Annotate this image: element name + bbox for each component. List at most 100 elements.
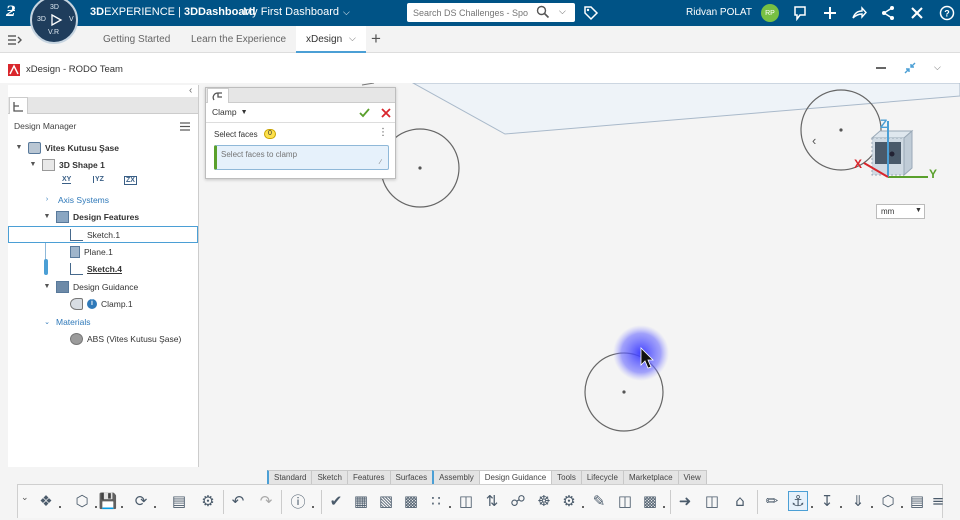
add-tab-button[interactable]: + bbox=[371, 29, 381, 49]
tools-icon[interactable] bbox=[909, 5, 925, 21]
tree-collapse-button[interactable]: ‹ bbox=[189, 85, 192, 96]
search-box[interactable]: ⌵ bbox=[407, 3, 575, 22]
building-icon[interactable]: ⌂ bbox=[730, 491, 750, 511]
zx-plane-icon[interactable]: ZX bbox=[124, 176, 137, 185]
resize-handle-icon[interactable]: ∕ bbox=[380, 159, 381, 166]
tree-item-axis-systems[interactable]: › Axis Systems bbox=[42, 191, 109, 208]
design-check-icon[interactable]: ✔ bbox=[326, 491, 346, 511]
feature-tool-3-icon[interactable]: ▩ bbox=[401, 491, 421, 511]
select-faces-input[interactable] bbox=[221, 150, 371, 159]
properties-icon[interactable]: ▤ bbox=[169, 491, 189, 511]
info-icon[interactable]: i bbox=[87, 298, 97, 309]
clamp-tab[interactable] bbox=[207, 88, 229, 103]
save-icon[interactable]: 💾 bbox=[98, 491, 118, 511]
expand-arrow-icon[interactable]: ▼ bbox=[42, 283, 52, 290]
open-3d-icon[interactable]: ⬡ bbox=[72, 491, 92, 511]
tree-item-sketch-4[interactable]: Sketch.4 bbox=[70, 260, 122, 277]
brush-icon[interactable]: ✎ bbox=[589, 491, 609, 511]
tree-item-clamp-1[interactable]: i Clamp.1 bbox=[70, 295, 133, 312]
feature-tool-2-icon[interactable]: ▧ bbox=[376, 491, 396, 511]
network-share-icon[interactable] bbox=[880, 5, 896, 21]
part-tool-icon[interactable]: ❖ bbox=[36, 491, 56, 511]
tree-item-material-abs[interactable]: ABS (Vites Kutusu Şase) bbox=[70, 330, 181, 347]
tab-lifecycle[interactable]: Lifecycle bbox=[580, 470, 624, 484]
ds-logo-icon[interactable]: ƻ bbox=[6, 4, 16, 20]
tab-getting-started[interactable]: Getting Started bbox=[103, 34, 170, 45]
search-scope-chevron-icon[interactable]: ⌵ bbox=[559, 6, 566, 17]
yz-plane-icon[interactable]: YZ bbox=[93, 176, 104, 183]
play-icon[interactable] bbox=[49, 13, 63, 27]
tree-item-root[interactable]: ▼ Vites Kutusu Şase bbox=[14, 139, 119, 156]
fixture-icon[interactable]: ▩ bbox=[640, 491, 660, 511]
tab-surfaces[interactable]: Surfaces bbox=[389, 470, 434, 484]
tree-menu-icon[interactable] bbox=[180, 122, 190, 131]
search-icon[interactable] bbox=[536, 5, 550, 19]
undo-icon[interactable]: ↶ bbox=[228, 491, 248, 511]
feature-tool-1-icon[interactable]: ▦ bbox=[351, 491, 371, 511]
help-icon[interactable]: ? bbox=[939, 5, 955, 21]
expand-arrow-icon[interactable]: ⌄ bbox=[42, 318, 52, 326]
chevron-right-icon[interactable]: › bbox=[42, 196, 52, 203]
add-icon[interactable] bbox=[822, 5, 838, 21]
select-faces-field[interactable]: ∕ bbox=[214, 145, 389, 170]
user-name[interactable]: Ridvan POLAT bbox=[686, 7, 752, 18]
collapse-panel-icon[interactable] bbox=[8, 34, 22, 46]
settings-gear-icon[interactable]: ⚙ bbox=[198, 491, 218, 511]
pattern-grid-icon[interactable]: ∷ bbox=[426, 491, 446, 511]
view-previous-button[interactable]: ‹ bbox=[812, 133, 816, 148]
tab-assembly[interactable]: Assembly bbox=[432, 470, 480, 484]
tab-view[interactable]: View bbox=[677, 470, 707, 484]
mesh-tool-icon[interactable]: ◫ bbox=[456, 491, 476, 511]
redo-icon[interactable]: ↷ bbox=[256, 491, 276, 511]
collapse-arrows-icon[interactable] bbox=[904, 62, 916, 74]
chat-icon[interactable] bbox=[792, 5, 808, 21]
stack-layers-icon[interactable]: ≡ bbox=[932, 491, 945, 511]
tab-sketch[interactable]: Sketch bbox=[311, 470, 348, 484]
help-circle-icon[interactable]: ⓘ bbox=[288, 491, 308, 511]
tree-scroll-handle[interactable] bbox=[44, 259, 48, 275]
expand-arrow-icon[interactable]: ▼ bbox=[42, 213, 52, 220]
more-options-icon[interactable]: ⋮ bbox=[378, 127, 388, 138]
tab-menu-chevron-icon[interactable]: ⌵ bbox=[349, 33, 356, 44]
simulate-icon[interactable]: ➜ bbox=[675, 491, 695, 511]
tab-design-guidance[interactable]: Design Guidance bbox=[478, 470, 553, 484]
tree-tab[interactable] bbox=[9, 97, 28, 114]
tree-item-sketch-1[interactable]: Sketch.1 bbox=[8, 226, 198, 243]
load-tool-icon[interactable]: ⇅ bbox=[482, 491, 502, 511]
expand-arrow-icon[interactable]: ▼ bbox=[14, 144, 24, 151]
force-down-icon[interactable]: ↧ bbox=[817, 491, 837, 511]
clamp-title-dropdown[interactable]: Clamp ▼ bbox=[212, 107, 248, 117]
search-input[interactable] bbox=[413, 7, 541, 18]
mirror-icon[interactable]: ◫ bbox=[615, 491, 635, 511]
toolbar-collapse-chevron-icon[interactable]: ⌄ bbox=[21, 492, 29, 503]
tree-item-plane-1[interactable]: Plane.1 bbox=[70, 243, 113, 260]
distributed-load-icon[interactable]: ⇓ bbox=[848, 491, 868, 511]
tab-features[interactable]: Features bbox=[346, 470, 391, 484]
material-box-icon[interactable]: ⬡ bbox=[878, 491, 898, 511]
share-arrow-icon[interactable] bbox=[851, 5, 867, 21]
results-chart-icon[interactable]: ▤ bbox=[907, 491, 927, 511]
tree-item-3d-shape[interactable]: ▼ 3D Shape 1 bbox=[28, 156, 105, 173]
confirm-check-icon[interactable] bbox=[359, 107, 370, 118]
user-avatar[interactable]: RP bbox=[761, 4, 779, 22]
report-icon[interactable]: ◫ bbox=[702, 491, 722, 511]
units-dropdown[interactable]: mm ▼ bbox=[876, 204, 925, 219]
expand-arrow-icon[interactable]: ▼ bbox=[28, 161, 38, 168]
tree-item-design-features[interactable]: ▼ Design Features bbox=[42, 208, 139, 225]
xy-plane-icon[interactable]: XY bbox=[62, 176, 72, 184]
clamp-tool-icon[interactable]: ⚓ bbox=[788, 491, 808, 511]
tab-xdesign[interactable]: xDesign ⌵ bbox=[296, 26, 366, 53]
dashboard-selector[interactable]: My First Dashboard ⌵ bbox=[243, 6, 350, 18]
tab-learn-the-experience[interactable]: Learn the Experience bbox=[191, 34, 286, 45]
gears-icon[interactable]: ⚙ bbox=[559, 491, 579, 511]
refresh-icon[interactable]: ⟳ bbox=[131, 491, 151, 511]
rotate-tool-icon[interactable]: ✏ bbox=[762, 491, 782, 511]
minimize-icon[interactable] bbox=[876, 67, 886, 69]
tree-item-materials[interactable]: ⌄ Materials bbox=[42, 313, 90, 330]
view-cube-widget[interactable]: Z X Y bbox=[840, 113, 950, 183]
window-menu-chevron-icon[interactable]: ⌵ bbox=[934, 62, 941, 73]
tag-icon[interactable] bbox=[583, 5, 599, 21]
tree-item-design-guidance[interactable]: ▼ Design Guidance bbox=[42, 278, 138, 295]
tab-marketplace[interactable]: Marketplace bbox=[622, 470, 679, 484]
tab-tools[interactable]: Tools bbox=[551, 470, 582, 484]
